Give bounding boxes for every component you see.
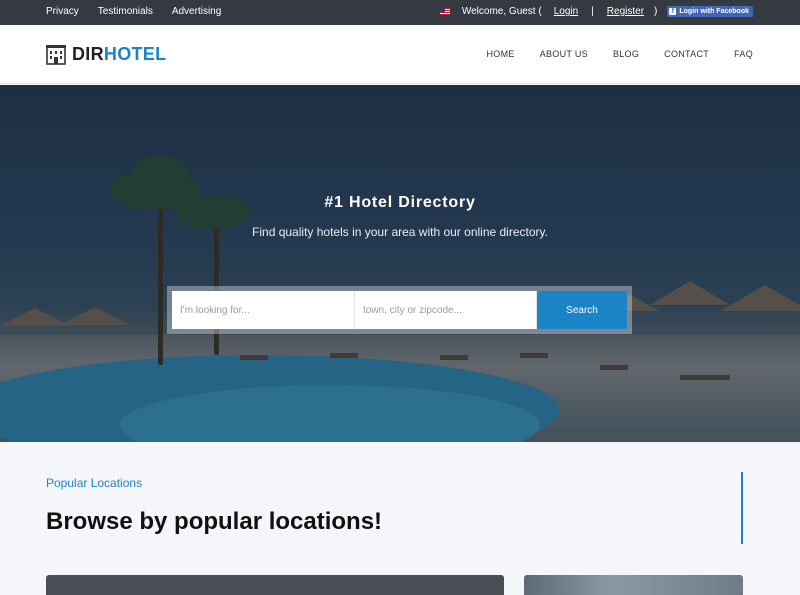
section-title: Browse by popular locations! — [46, 508, 383, 535]
site-logo[interactable]: DIRHOTEL — [46, 44, 166, 65]
facebook-login-button[interactable]: f Login with Facebook — [667, 6, 753, 17]
logo-text-hotel: HOTEL — [103, 44, 167, 64]
nav-contact[interactable]: CONTACT — [664, 49, 709, 59]
hero-subtitle: Find quality hotels in your area with ou… — [252, 225, 548, 239]
section-kicker: Popular Locations — [46, 476, 143, 490]
facebook-icon: f — [669, 8, 677, 15]
facebook-login-label: Login with Facebook — [679, 8, 749, 15]
nav-blog[interactable]: BLOG — [613, 49, 639, 59]
account-area: Welcome, Guest ( Login | Register ) f Lo… — [439, 6, 753, 17]
login-link[interactable]: Login — [554, 6, 578, 17]
close-paren: ) — [654, 6, 658, 17]
search-form: I'm looking for... town, city or zipcode… — [167, 286, 632, 334]
nav-home[interactable]: HOME — [486, 49, 514, 59]
privacy-link[interactable]: Privacy — [46, 6, 79, 17]
register-link[interactable]: Register — [607, 6, 644, 17]
search-button[interactable]: Search — [537, 291, 627, 329]
location-card[interactable] — [46, 575, 504, 595]
hotel-building-icon — [46, 45, 66, 65]
logo-text-dir: DIR — [72, 44, 104, 64]
us-flag-icon[interactable] — [439, 8, 450, 15]
logo-text: DIRHOTEL — [72, 44, 166, 65]
site-header: DIRHOTEL HOME ABOUT US BLOG CONTACT FAQ — [0, 25, 800, 84]
accent-divider — [741, 472, 743, 544]
hero-section: #1 Hotel Directory Find quality hotels i… — [0, 85, 800, 442]
welcome-text: Welcome, Guest ( — [461, 6, 542, 17]
keyword-search-input[interactable]: I'm looking for... — [172, 291, 355, 329]
nav-faq[interactable]: FAQ — [734, 49, 753, 59]
separator: | — [591, 6, 594, 17]
testimonials-link[interactable]: Testimonials — [98, 6, 153, 17]
advertising-link[interactable]: Advertising — [172, 6, 221, 17]
location-search-input[interactable]: town, city or zipcode... — [355, 291, 537, 329]
main-nav: HOME ABOUT US BLOG CONTACT FAQ — [486, 49, 753, 59]
hero-title: #1 Hotel Directory — [324, 194, 476, 211]
top-utility-bar: Privacy Testimonials Advertising Welcome… — [0, 0, 800, 25]
top-links: Privacy Testimonials Advertising — [46, 6, 221, 17]
nav-about-us[interactable]: ABOUT US — [540, 49, 588, 59]
hero-overlay — [0, 85, 800, 442]
location-card[interactable] — [524, 575, 743, 595]
popular-locations-section: Popular Locations Browse by popular loca… — [0, 442, 800, 595]
